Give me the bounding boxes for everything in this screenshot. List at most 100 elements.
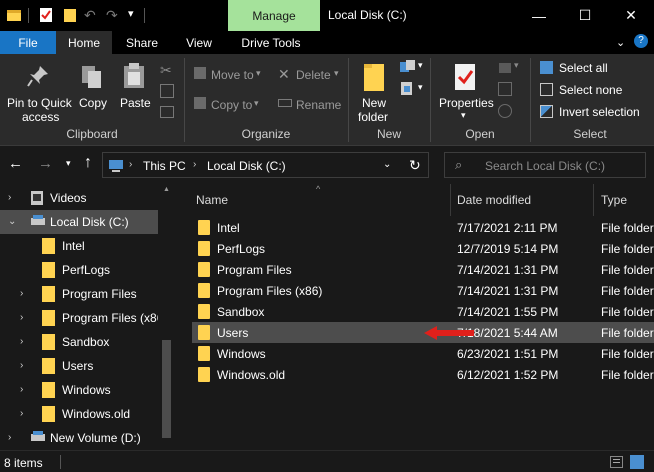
nav-scrollbar-thumb[interactable] xyxy=(162,340,171,438)
properties-quick-icon[interactable] xyxy=(38,7,54,23)
sidebar-item[interactable]: Intel xyxy=(0,234,158,258)
move-to-dropdown-icon: ▾ xyxy=(256,68,261,78)
new-item-icon[interactable] xyxy=(400,60,416,74)
tab-share[interactable]: Share xyxy=(112,31,172,54)
select-none-button[interactable]: Select none xyxy=(540,82,652,100)
tab-file[interactable]: File xyxy=(0,31,56,54)
file-name: Program Files xyxy=(217,263,292,277)
maximize-button[interactable]: ☐ xyxy=(562,0,608,31)
copy-icon xyxy=(80,64,104,93)
invert-selection-button[interactable]: Invert selection xyxy=(540,104,654,122)
sidebar-item[interactable]: › Videos xyxy=(0,186,158,210)
file-row[interactable]: Program Files (x86) 7/14/2021 1:31 PM File… xyxy=(192,280,654,301)
expand-chevron-icon[interactable]: › xyxy=(20,408,23,419)
easy-access-dropdown-icon[interactable]: ▾ xyxy=(418,82,423,93)
expand-chevron-icon[interactable]: › xyxy=(20,288,23,299)
details-view-icon[interactable] xyxy=(610,456,623,468)
sidebar-item[interactable]: › Windows xyxy=(0,378,158,402)
expand-chevron-icon[interactable]: › xyxy=(20,384,23,395)
redo-icon[interactable]: ↷ xyxy=(106,7,122,23)
refresh-icon[interactable]: ↻ xyxy=(409,157,421,174)
tab-manage[interactable]: Manage xyxy=(228,0,320,31)
recent-locations-icon[interactable]: ▾ xyxy=(66,158,71,169)
tab-home[interactable]: Home xyxy=(56,31,112,54)
sidebar-item[interactable]: › Users xyxy=(0,354,158,378)
sidebar-item[interactable]: › New Volume (D:) xyxy=(0,426,158,450)
sidebar-item[interactable]: › Program Files (x86) xyxy=(0,306,167,330)
up-icon[interactable]: ↑ xyxy=(84,154,92,172)
file-row[interactable]: Sandbox 7/14/2021 1:55 PM File folder xyxy=(192,301,654,322)
easy-access-icon[interactable] xyxy=(400,82,414,96)
rename-button[interactable]: Rename xyxy=(278,96,342,114)
expand-chevron-icon[interactable]: › xyxy=(20,360,23,371)
select-all-button[interactable]: Select all xyxy=(540,60,652,78)
paste-button[interactable]: Paste xyxy=(116,58,154,118)
undo-icon[interactable]: ↶ xyxy=(84,7,100,23)
address-bar[interactable]: › This PC › Local Disk (C:) ⌄ ↻ xyxy=(102,152,429,178)
file-row[interactable]: Windows 6/23/2021 1:51 PM File folder xyxy=(192,343,654,364)
column-name-label: Name xyxy=(196,193,229,207)
file-date: 7/17/2021 2:11 PM xyxy=(457,221,558,235)
navigation-pane: › Videos ⌄ Local Disk (C:) Intel PerfLogs › Pro… xyxy=(0,184,176,450)
copy-button[interactable]: Copy xyxy=(76,58,110,118)
pin-label-line2: access xyxy=(22,110,60,124)
expand-chevron-icon[interactable]: › xyxy=(20,312,23,323)
history-icon[interactable] xyxy=(498,104,512,118)
tab-view[interactable]: View xyxy=(172,31,226,54)
search-box[interactable]: ⌕ Search Local Disk (C:) xyxy=(444,152,646,178)
cut-icon[interactable]: ✂ xyxy=(160,62,172,79)
delete-button[interactable]: ✕ Delete ▾ xyxy=(278,66,342,84)
column-header-name[interactable]: Name xyxy=(196,184,436,216)
edit-icon[interactable] xyxy=(498,82,512,96)
large-icons-view-icon[interactable] xyxy=(630,455,644,469)
forward-icon[interactable]: → xyxy=(38,155,53,172)
scroll-up-icon[interactable]: ▲ xyxy=(163,186,170,193)
properties-button[interactable]: Properties ▾ xyxy=(436,58,496,122)
column-header-date[interactable]: Date modified xyxy=(457,184,593,216)
file-row[interactable]: Program Files 7/14/2021 1:31 PM File folde… xyxy=(192,259,654,280)
column-header-type[interactable]: Type xyxy=(601,184,654,216)
new-folder-label-line2: folder xyxy=(358,110,389,124)
file-row[interactable]: Windows.old 6/12/2021 1:52 PM File folder xyxy=(192,364,654,385)
copy-path-icon[interactable] xyxy=(160,84,174,98)
sidebar-item[interactable]: › Program Files xyxy=(0,282,158,306)
sidebar-item[interactable]: › Sandbox xyxy=(0,330,158,354)
status-bar: 8 items xyxy=(0,450,654,472)
collapse-ribbon-icon[interactable]: ⌄ xyxy=(616,36,625,49)
help-icon[interactable]: ? xyxy=(634,34,648,48)
ribbon: Pin to Quick access Copy Paste ✂ Clipboa… xyxy=(0,54,654,146)
select-all-label: Select all xyxy=(559,61,608,75)
pin-to-quick-access-button[interactable]: Pin to Quick access xyxy=(4,58,72,124)
expand-chevron-icon[interactable]: › xyxy=(20,336,23,347)
back-icon[interactable]: ← xyxy=(8,155,23,172)
file-row[interactable]: PerfLogs 12/7/2019 5:14 PM File folder xyxy=(192,238,654,259)
sidebar-item[interactable]: PerfLogs xyxy=(0,258,158,282)
address-dropdown-icon[interactable]: ⌄ xyxy=(383,159,391,170)
expand-chevron-icon[interactable]: › xyxy=(8,432,11,443)
close-button[interactable]: ✕ xyxy=(608,0,654,31)
file-row[interactable]: Users 7/18/2021 5:44 AM File folder xyxy=(192,322,654,343)
open-icon[interactable] xyxy=(498,60,512,74)
rename-label: Rename xyxy=(296,98,342,112)
new-folder-quick-icon[interactable] xyxy=(62,7,78,23)
expand-chevron-icon[interactable]: › xyxy=(8,192,11,203)
move-to-button[interactable]: Move to ▾ xyxy=(194,66,266,84)
minimize-button[interactable]: — xyxy=(516,0,562,31)
file-name: Intel xyxy=(217,221,240,235)
new-item-dropdown-icon[interactable]: ▾ xyxy=(418,60,423,71)
paste-shortcut-icon[interactable] xyxy=(160,106,174,118)
file-row[interactable]: Intel 7/17/2021 2:11 PM File folder xyxy=(192,217,654,238)
tab-drive-tools[interactable]: Drive Tools xyxy=(228,31,314,54)
copy-to-button[interactable]: Copy to ▾ xyxy=(194,96,266,114)
file-date: 6/12/2021 1:52 PM xyxy=(457,368,559,382)
sidebar-item[interactable]: › Windows.old xyxy=(0,402,158,426)
new-folder-button[interactable]: New folder xyxy=(354,58,394,124)
sidebar-item[interactable]: ⌄ Local Disk (C:) xyxy=(0,210,158,234)
breadcrumb-local-disk[interactable]: Local Disk (C:) xyxy=(207,159,286,173)
breadcrumb-this-pc[interactable]: This PC xyxy=(143,159,186,173)
sidebar-item-label: Windows xyxy=(62,383,111,397)
collapse-chevron-icon[interactable]: ⌄ xyxy=(8,216,16,227)
sidebar-item-label: Windows.old xyxy=(62,407,131,421)
customize-quick-access-icon[interactable]: ▾ xyxy=(128,7,144,23)
item-count: 8 items xyxy=(4,456,43,470)
